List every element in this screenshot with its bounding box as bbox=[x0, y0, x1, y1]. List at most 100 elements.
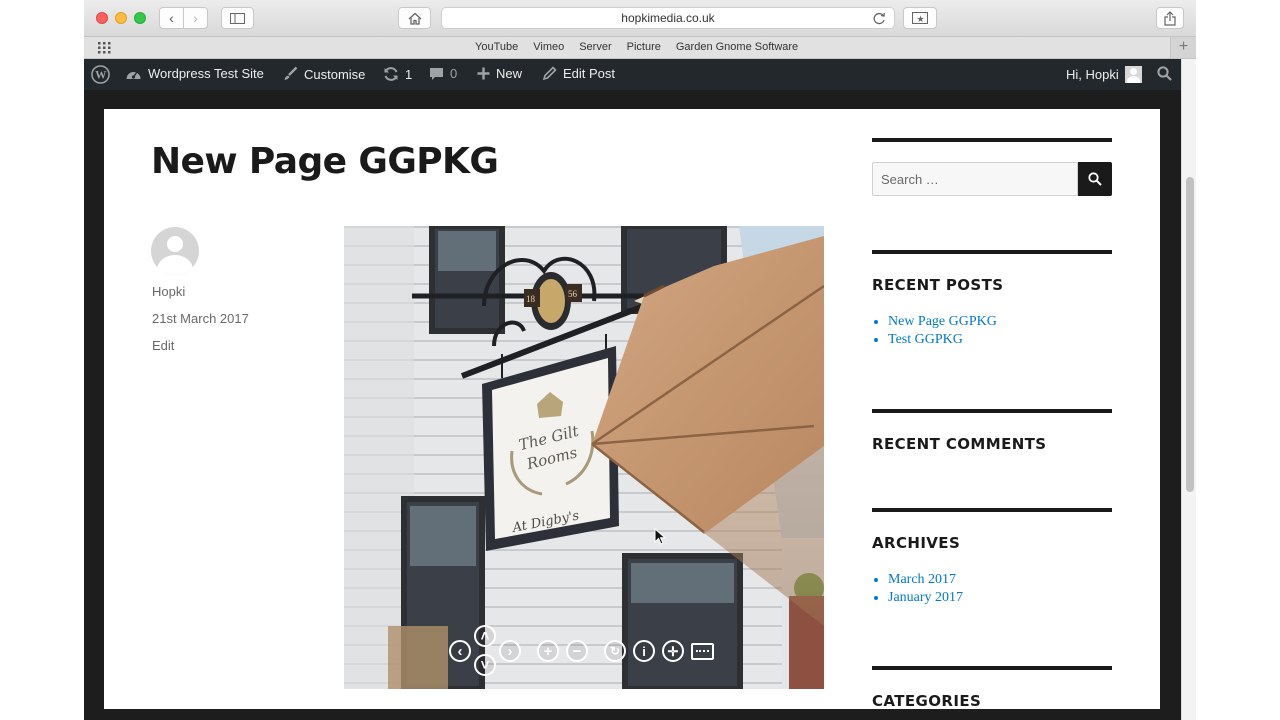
zoom-out-button[interactable]: − bbox=[566, 640, 588, 662]
plus-icon bbox=[477, 67, 490, 80]
customise-link[interactable]: Customise bbox=[282, 66, 365, 82]
sign-year-left: 18 bbox=[526, 294, 536, 304]
chevron-up-icon: ˄ bbox=[480, 627, 490, 645]
wp-logo-button[interactable]: W bbox=[91, 65, 110, 84]
author-link[interactable]: Hopki bbox=[152, 284, 185, 299]
svg-text:W: W bbox=[95, 70, 107, 82]
move-mode-button[interactable]: ✛ bbox=[662, 640, 684, 662]
user-avatar-icon bbox=[1124, 66, 1142, 83]
favorite-vimeo[interactable]: Vimeo bbox=[533, 41, 564, 53]
chevron-down-icon: ˅ bbox=[480, 656, 490, 674]
favorite-garden-gnome[interactable]: Garden Gnome Software bbox=[676, 41, 798, 53]
sidebar-toggle-button[interactable] bbox=[221, 7, 254, 29]
archive-link[interactable]: March 2017 bbox=[888, 572, 1112, 588]
updates-icon bbox=[384, 67, 398, 81]
address-bar[interactable]: hopkimedia.co.uk bbox=[441, 7, 895, 29]
updates-count: 1 bbox=[405, 66, 413, 82]
rotate-icon: ↻ bbox=[609, 644, 621, 658]
favorites-bar: YouTube Vimeo Server Picture Garden Gnom… bbox=[84, 37, 1196, 59]
archives-list: March 2017 January 2017 bbox=[872, 572, 1112, 606]
forward-button[interactable]: › bbox=[183, 7, 208, 29]
search-icon bbox=[1088, 172, 1102, 186]
autorotate-button[interactable]: ↻ bbox=[604, 640, 626, 662]
star-icon: ★ bbox=[912, 12, 928, 24]
my-account-menu[interactable]: Hi, Hopki bbox=[1066, 66, 1142, 83]
recent-posts-list: New Page GGPKG Test GGPKG bbox=[872, 314, 1112, 348]
top-sites-button[interactable]: ★ bbox=[903, 7, 937, 29]
site-name-label: Wordpress Test Site bbox=[148, 66, 264, 81]
panorama-image: 18 56 The Gilt Rooms At Digby's bbox=[344, 226, 824, 689]
fullscreen-icon bbox=[696, 650, 709, 652]
search-input[interactable]: Search … bbox=[872, 162, 1078, 196]
safari-window: ‹ › hopkimedia.co.uk ★ YouTube Vimeo Ser… bbox=[84, 0, 1196, 720]
fullscreen-button[interactable] bbox=[691, 643, 714, 660]
svg-text:★: ★ bbox=[917, 15, 925, 24]
page-content: New Page GGPKG Hopki 21st March 2017 Edi… bbox=[104, 109, 1160, 709]
page-title: New Page GGPKG bbox=[151, 141, 499, 182]
new-label: New bbox=[496, 66, 523, 81]
panorama-viewer[interactable]: 18 56 The Gilt Rooms At Digby's ˄ ‹ › ˅ … bbox=[344, 226, 824, 689]
search-placeholder: Search … bbox=[881, 171, 939, 187]
info-icon: i bbox=[642, 643, 646, 659]
comments-count: 0 bbox=[450, 66, 458, 81]
move-icon: ✛ bbox=[667, 643, 679, 659]
updates-link[interactable]: 1 bbox=[383, 66, 412, 82]
edit-post-meta-link[interactable]: Edit bbox=[152, 338, 174, 353]
recent-posts-widget: RECENT POSTS New Page GGPKG Test GGPKG bbox=[872, 250, 1112, 350]
wp-admin-bar: W Wordpress Test Site Customise 1 0 New … bbox=[84, 59, 1181, 90]
comment-bubble-icon bbox=[430, 67, 443, 80]
dashboard-gauge-icon bbox=[126, 71, 141, 79]
favorite-picture[interactable]: Picture bbox=[627, 41, 661, 53]
edit-post-label: Edit Post bbox=[563, 66, 616, 81]
search-submit-button[interactable] bbox=[1078, 162, 1112, 196]
zoom-in-icon: + bbox=[543, 642, 553, 660]
favorite-youtube[interactable]: YouTube bbox=[475, 41, 518, 53]
zoom-out-icon: − bbox=[572, 642, 582, 660]
page-scrollbar[interactable] bbox=[1181, 59, 1196, 720]
site-name-menu[interactable]: Wordpress Test Site bbox=[125, 66, 264, 81]
edit-post-link[interactable]: Edit Post bbox=[542, 66, 615, 81]
favorite-server[interactable]: Server bbox=[579, 41, 611, 53]
recent-post-link[interactable]: Test GGPKG bbox=[888, 332, 1112, 348]
author-avatar bbox=[151, 227, 199, 275]
new-content-menu[interactable]: New bbox=[477, 66, 522, 81]
zoom-in-button[interactable]: + bbox=[537, 640, 559, 662]
pan-right-button[interactable]: › bbox=[499, 640, 521, 662]
sidebar-icon bbox=[230, 12, 245, 24]
archives-widget: ARCHIVES March 2017 January 2017 bbox=[872, 508, 1112, 608]
recent-comments-widget: RECENT COMMENTS bbox=[872, 409, 1112, 453]
url-text: hopkimedia.co.uk bbox=[621, 11, 715, 25]
info-button[interactable]: i bbox=[633, 640, 655, 662]
chevron-left-icon: ‹ bbox=[457, 642, 463, 660]
admin-search-button[interactable] bbox=[1157, 66, 1172, 81]
pan-up-button[interactable]: ˄ bbox=[474, 625, 496, 647]
categories-title: CATEGORIES bbox=[872, 692, 982, 709]
recent-comments-title: RECENT COMMENTS bbox=[872, 435, 1047, 453]
search-widget-rule bbox=[872, 138, 1112, 142]
browser-toolbar: ‹ › hopkimedia.co.uk ★ bbox=[84, 0, 1196, 37]
screen: ‹ › hopkimedia.co.uk ★ YouTube Vimeo Ser… bbox=[0, 0, 1280, 720]
new-tab-button[interactable]: + bbox=[1170, 37, 1196, 58]
home-button[interactable] bbox=[398, 7, 431, 29]
share-button[interactable] bbox=[1156, 7, 1184, 29]
share-icon bbox=[1164, 10, 1176, 26]
greeting-label: Hi, Hopki bbox=[1066, 67, 1119, 82]
sign-year-right: 56 bbox=[568, 289, 578, 299]
post-date[interactable]: 21st March 2017 bbox=[152, 311, 249, 326]
comments-link[interactable]: 0 bbox=[429, 66, 457, 81]
minimize-window-button[interactable] bbox=[115, 12, 127, 24]
customise-label: Customise bbox=[304, 66, 366, 82]
archive-link[interactable]: January 2017 bbox=[888, 590, 1112, 606]
grid-icon[interactable] bbox=[98, 42, 111, 54]
recent-post-link[interactable]: New Page GGPKG bbox=[888, 314, 1112, 330]
pan-left-button[interactable]: ‹ bbox=[449, 640, 471, 662]
close-window-button[interactable] bbox=[96, 12, 108, 24]
home-icon bbox=[408, 12, 421, 25]
reload-icon[interactable] bbox=[873, 12, 886, 25]
zoom-window-button[interactable] bbox=[134, 12, 146, 24]
pan-down-button[interactable]: ˅ bbox=[474, 654, 496, 676]
search-form: Search … bbox=[872, 162, 1112, 196]
pencil-icon bbox=[542, 66, 557, 81]
scrollbar-thumb[interactable] bbox=[1186, 177, 1194, 492]
back-button[interactable]: ‹ bbox=[159, 7, 184, 29]
